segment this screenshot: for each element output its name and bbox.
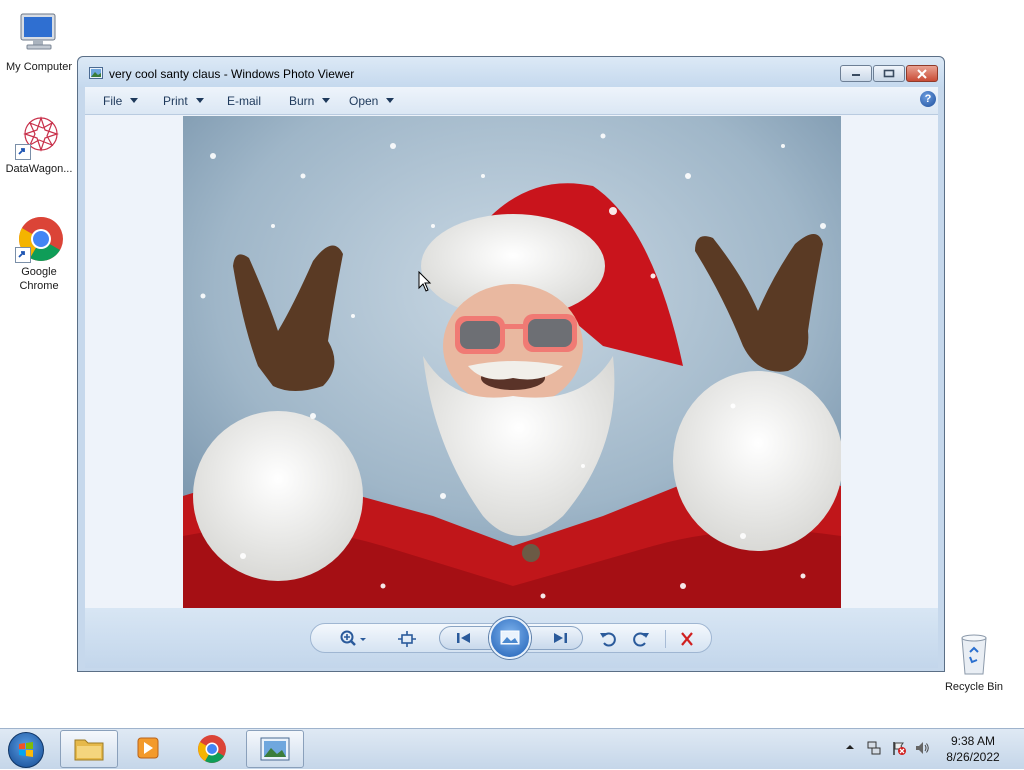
maximize-icon <box>883 69 895 78</box>
taskbar: 9:38 AM 8/26/2022 <box>0 728 1024 769</box>
action-center-flag-icon[interactable] <box>891 740 907 759</box>
recycle-bin-icon <box>950 630 998 678</box>
next-button[interactable] <box>550 629 570 647</box>
chevron-down-icon <box>386 98 395 103</box>
chrome-icon <box>15 215 63 263</box>
santa-photo <box>183 116 841 608</box>
desktop-icon-my-computer[interactable]: My Computer <box>1 10 77 74</box>
desktop-icon-label: My Computer <box>5 61 73 73</box>
rotate-counterclockwise-button[interactable] <box>598 630 618 648</box>
desktop-icon-google-chrome[interactable]: Google Chrome <box>1 215 77 293</box>
close-icon <box>917 69 927 79</box>
rotate-clockwise-button[interactable] <box>631 630 651 648</box>
chrome-icon <box>198 735 226 763</box>
clock-time: 9:38 AM <box>950 734 996 748</box>
photo-viewer-window: very cool santy claus - Windows Photo Vi… <box>77 56 945 672</box>
delete-icon <box>681 632 693 646</box>
menu-email-label: E-mail <box>227 94 262 108</box>
title-bar[interactable]: very cool santy claus - Windows Photo Vi… <box>78 57 944 87</box>
taskbar-photo-viewer[interactable] <box>246 730 304 768</box>
previous-icon <box>457 633 470 643</box>
help-icon[interactable]: ? <box>920 91 936 107</box>
chevron-down-icon <box>322 98 331 103</box>
chrome-label-text: Google Chrome <box>19 266 59 292</box>
toolbar-separator <box>665 630 666 648</box>
clock-date: 8/26/2022 <box>946 750 1000 764</box>
menu-file[interactable]: File <box>103 94 139 108</box>
shortcut-arrow-icon <box>15 144 31 160</box>
photo-viewer-app-icon <box>89 67 103 79</box>
computer-icon <box>15 10 63 58</box>
mouse-cursor-icon <box>418 270 432 293</box>
taskbar-chrome[interactable] <box>183 730 241 768</box>
window-title: very cool santy claus - Windows Photo Vi… <box>109 67 355 81</box>
menu-open-label: Open <box>349 94 379 108</box>
chevron-down-icon <box>195 98 204 103</box>
desktop-icon-label: DataWagon... <box>5 163 73 175</box>
menu-open[interactable]: Open <box>349 94 395 108</box>
chevron-down-icon <box>130 98 139 103</box>
photo-viewer-icon <box>260 737 290 761</box>
menu-email[interactable]: E-mail <box>227 94 261 108</box>
menu-burn-label: Burn <box>289 94 315 108</box>
desktop-icon-recycle-bin[interactable]: Recycle Bin <box>936 630 1012 694</box>
start-button[interactable] <box>8 732 44 768</box>
menu-bar: File Print E-mail Burn Open ? <box>85 87 938 115</box>
zoom-button[interactable] <box>339 630 369 648</box>
menu-print-label: Print <box>163 94 188 108</box>
maximize-button[interactable] <box>873 65 905 82</box>
slideshow-icon <box>500 630 520 645</box>
windows-logo-icon <box>19 742 33 757</box>
minimize-icon <box>852 74 860 76</box>
chevron-up-icon <box>846 745 854 749</box>
desktop-icon-label: Google Chrome <box>1 265 77 293</box>
actual-size-button[interactable] <box>397 630 417 648</box>
rotate-clockwise-icon <box>633 632 649 647</box>
media-player-icon <box>137 737 159 759</box>
image-view-area[interactable] <box>85 115 938 608</box>
show-hidden-icons-button[interactable] <box>845 741 855 755</box>
actual-size-icon <box>398 631 416 647</box>
previous-button[interactable] <box>454 629 474 647</box>
menu-burn[interactable]: Burn <box>289 94 331 108</box>
menu-file-label: File <box>103 94 123 108</box>
bottom-toolbar-area <box>85 608 938 668</box>
menu-print[interactable]: Print <box>163 94 204 108</box>
desktop-icon-datawagon[interactable]: DataWagon... <box>1 112 77 176</box>
zoom-icon <box>340 630 366 646</box>
taskbar-explorer[interactable] <box>60 730 118 768</box>
slideshow-button[interactable] <box>489 617 531 659</box>
taskbar-clock[interactable]: 9:38 AM 8/26/2022 <box>930 733 1016 765</box>
delete-button[interactable] <box>677 630 697 648</box>
shortcut-arrow-icon <box>15 247 31 263</box>
photo-controls-toolbar <box>310 617 712 659</box>
datawagon-logo-icon <box>15 112 63 160</box>
taskbar-media-player[interactable] <box>120 730 178 768</box>
desktop-icon-label: Recycle Bin <box>944 681 1004 693</box>
close-button[interactable] <box>906 65 938 82</box>
volume-icon[interactable] <box>914 740 930 759</box>
folder-icon <box>74 739 104 761</box>
minimize-button[interactable] <box>840 65 872 82</box>
network-icon[interactable] <box>866 740 882 759</box>
next-icon <box>554 633 567 643</box>
rotate-counterclockwise-icon <box>600 632 616 647</box>
